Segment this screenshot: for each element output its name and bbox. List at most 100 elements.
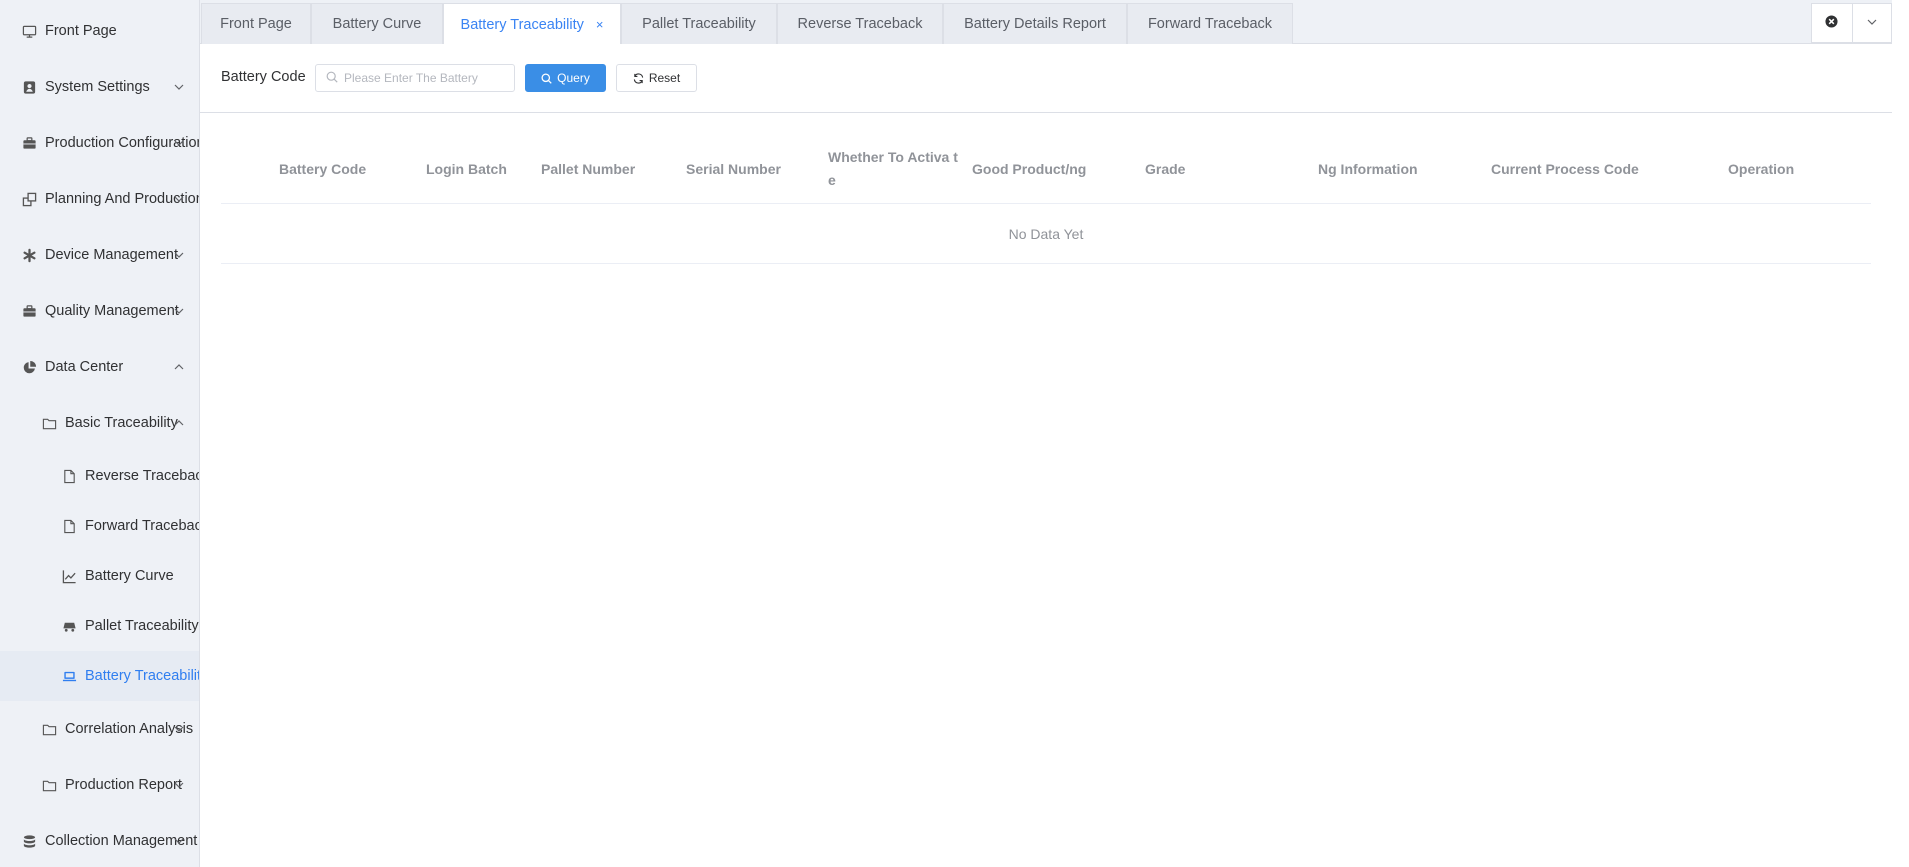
battery-code-input-wrapper[interactable]: [315, 64, 515, 92]
chevron-down-icon: [173, 137, 185, 149]
tab-menu-button[interactable]: [1851, 4, 1892, 42]
chevron-up-icon: [173, 417, 185, 429]
sidebar-item-battery-curve[interactable]: Battery Curve: [0, 551, 199, 601]
tab-forward-traceback[interactable]: Forward Traceback: [1127, 3, 1293, 44]
sidebar-item-quality-management[interactable]: Quality Management: [0, 283, 199, 339]
folder-icon: [41, 415, 57, 431]
chevron-down-icon: [173, 193, 185, 205]
tab-pallet-traceability[interactable]: Pallet Traceability: [621, 3, 777, 44]
tab-label: Pallet Traceability: [642, 16, 756, 32]
sidebar-item-device-management[interactable]: Device Management: [0, 227, 199, 283]
sidebar-item-label: System Settings: [45, 79, 150, 95]
chevron-down-icon: [173, 81, 185, 93]
sidebar-item-pallet-traceability[interactable]: Pallet Traceability: [0, 601, 199, 651]
battery-table: Battery Code Login Batch Pallet Number S…: [221, 134, 1871, 264]
tab-label: Reverse Traceback: [797, 16, 923, 32]
sidebar-item-label: Quality Management: [45, 303, 179, 319]
refresh-icon: [633, 72, 644, 84]
query-button-label: Query: [557, 71, 590, 85]
sidebar-item-label: Battery Curve: [85, 568, 174, 584]
sidebar-item-label: Reverse Traceback: [85, 468, 200, 484]
tab-label: Battery Curve: [332, 16, 422, 32]
tab-reverse-traceback[interactable]: Reverse Traceback: [777, 3, 943, 44]
sidebar-item-label: Device Management: [45, 247, 178, 263]
chevron-down-icon: [173, 835, 185, 847]
reset-button-label: Reset: [648, 71, 681, 85]
column-header[interactable]: Battery Code: [269, 134, 416, 204]
table-header: Battery Code Login Batch Pallet Number S…: [221, 134, 1871, 204]
sidebar-item-forward-traceback[interactable]: Forward Traceback: [0, 501, 200, 551]
sidebar-item-basic-traceability[interactable]: Basic Traceability: [0, 395, 199, 451]
sidebar-item-label: Basic Traceability: [65, 415, 178, 431]
sidebar-item-system-settings[interactable]: System Settings: [0, 59, 199, 115]
briefcase-icon: [21, 303, 37, 319]
chevron-down-icon: [173, 305, 185, 317]
monitor-icon: [21, 23, 37, 39]
table-empty-row: No Data Yet: [221, 204, 1871, 264]
circle-close-icon: [1825, 15, 1838, 31]
column-header[interactable]: Ng Information: [1308, 134, 1481, 204]
search-icon: [326, 70, 338, 86]
reset-button[interactable]: Reset: [616, 64, 697, 92]
sidebar-item-label: Battery Traceability: [85, 668, 200, 684]
asterisk-icon: [21, 247, 37, 263]
sidebar-item-production-report[interactable]: Production Report: [0, 757, 199, 813]
sidebar-item-label: Forward Traceback: [85, 518, 200, 534]
tab-label: Battery Traceability: [460, 16, 584, 33]
search-icon: [541, 72, 552, 84]
sidebar-item-collection-management[interactable]: Collection Management: [0, 813, 199, 867]
laptop-icon: [61, 668, 77, 684]
column-header[interactable]: Pallet Number: [531, 134, 676, 204]
tab-front-page[interactable]: Front Page: [201, 3, 311, 44]
close-all-tabs-button[interactable]: [1812, 4, 1852, 42]
chevron-up-icon: [173, 361, 185, 373]
battery-code-input[interactable]: [344, 71, 504, 85]
sidebar-item-production-configuration[interactable]: Production Configuration: [0, 115, 199, 171]
tab-tools: [1811, 3, 1892, 43]
user-badge-icon: [21, 79, 37, 95]
empty-text: No Data Yet: [1008, 225, 1084, 242]
pie-chart-icon: [21, 359, 37, 375]
close-icon[interactable]: ×: [596, 17, 604, 32]
document-icon: [61, 518, 77, 534]
column-header[interactable]: Current Process Code: [1481, 134, 1718, 204]
search-form: Battery Code Query Reset: [200, 44, 1892, 113]
chevron-down-icon: [1866, 15, 1878, 31]
document-icon: [61, 468, 77, 484]
tabs-bar: Front Page Battery Curve Battery Traceab…: [200, 0, 1892, 45]
briefcase-icon: [21, 135, 37, 151]
sidebar-item-correlation-analysis[interactable]: Correlation Analysis: [0, 701, 199, 757]
sidebar-item-label: Front Page: [45, 23, 117, 39]
chevron-down-icon: [173, 723, 185, 735]
folder-icon: [41, 721, 57, 737]
column-header[interactable]: Whether To Activa te: [818, 134, 962, 204]
column-header[interactable]: Good Product/ng: [962, 134, 1135, 204]
folder-icon: [41, 777, 57, 793]
sidebar-item-label: Pallet Traceability: [85, 618, 199, 634]
tab-battery-traceability[interactable]: Battery Traceability ×: [443, 3, 621, 45]
sidebar-item-battery-traceability[interactable]: Battery Traceability: [0, 651, 200, 701]
sidebar-item-reverse-traceback[interactable]: Reverse Traceback: [0, 451, 200, 501]
sidebar-item-front-page[interactable]: Front Page: [0, 3, 199, 59]
column-header[interactable]: Operation: [1718, 134, 1871, 204]
sidebar-item-label: Data Center: [45, 359, 124, 375]
windows-icon: [21, 191, 37, 207]
battery-code-label: Battery Code: [221, 69, 306, 85]
tab-label: Forward Traceback: [1147, 16, 1273, 32]
sidebar: Front Page System Settings Production Co…: [0, 0, 200, 867]
column-header[interactable]: Serial Number: [676, 134, 818, 204]
tab-battery-details-report[interactable]: Battery Details Report: [943, 3, 1127, 44]
column-header[interactable]: Grade: [1135, 134, 1308, 204]
tab-label: Front Page: [220, 16, 292, 32]
column-header[interactable]: Login Batch: [416, 134, 531, 204]
tab-battery-curve[interactable]: Battery Curve: [311, 3, 443, 44]
chevron-down-icon: [173, 779, 185, 791]
main-content: Battery Code Query Reset Battery Code Lo…: [200, 44, 1892, 867]
query-button[interactable]: Query: [525, 64, 606, 92]
tab-label: Battery Details Report: [964, 16, 1106, 32]
sidebar-item-label: Production Report: [65, 777, 182, 793]
line-chart-icon: [61, 568, 77, 584]
sidebar-item-planning-and-production[interactable]: Planning And Production: [0, 171, 199, 227]
cart-icon: [61, 618, 77, 634]
sidebar-item-data-center[interactable]: Data Center: [0, 339, 199, 395]
